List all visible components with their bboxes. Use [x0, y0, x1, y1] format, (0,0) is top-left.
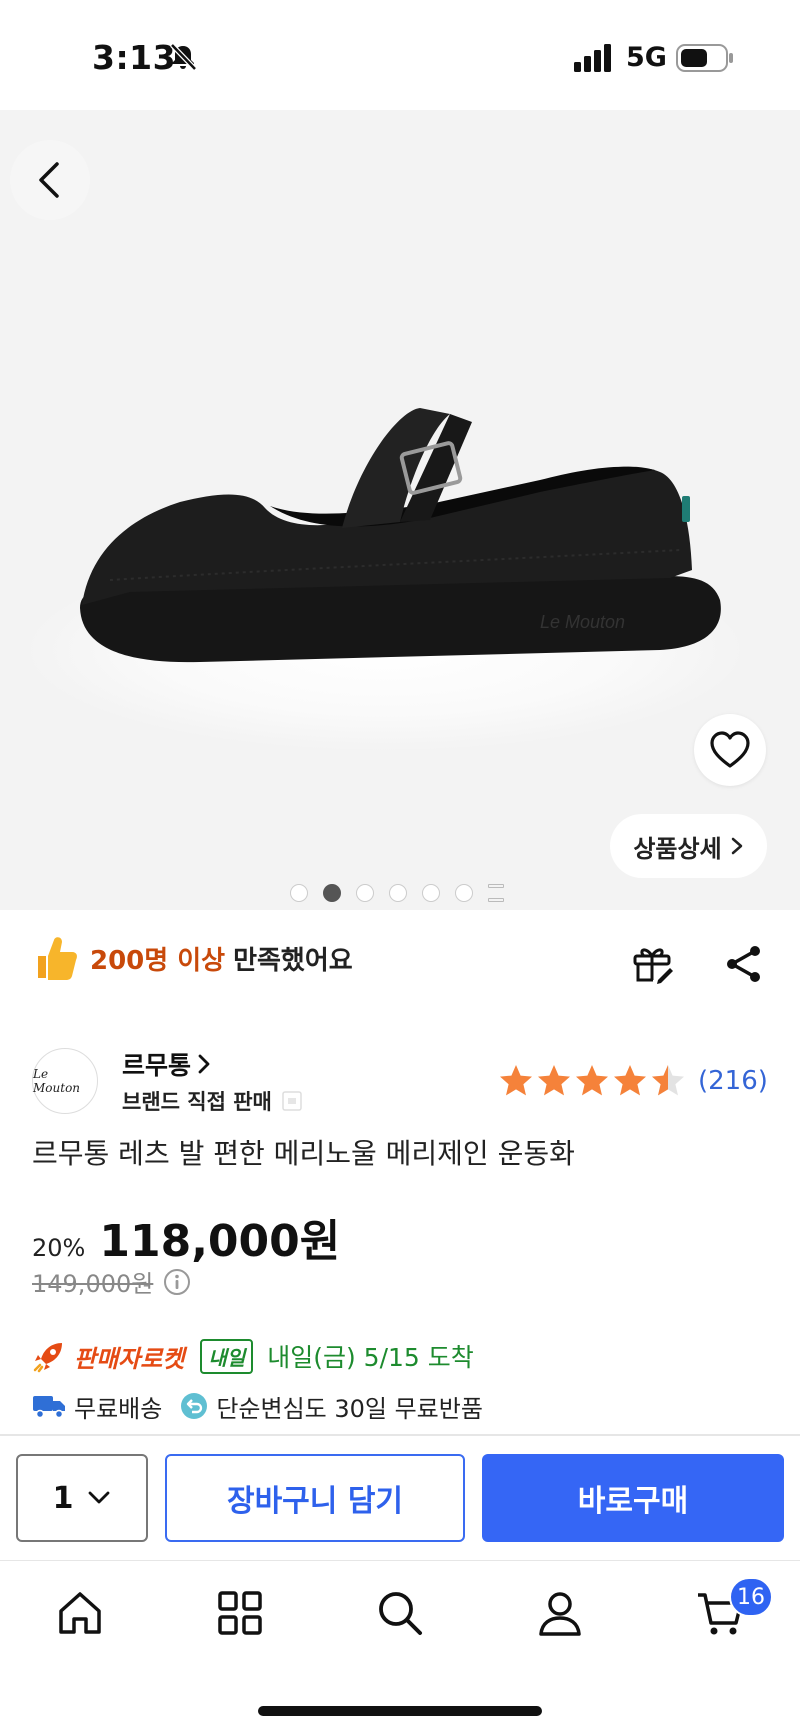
battery-icon [676, 44, 733, 72]
chevron-down-icon [89, 1491, 110, 1504]
discount-rate: 20% [32, 1234, 86, 1262]
signal-icon [574, 44, 611, 72]
home-indicator [258, 1706, 542, 1716]
product-image-gallery[interactable]: Le Mouton 상품상세 [0, 110, 800, 910]
status-time: 3:13 [92, 38, 177, 77]
chevron-right-icon [731, 837, 742, 855]
arrival-date: 내일(금) 5/15 도착 [267, 1343, 474, 1372]
gallery-pagination[interactable] [290, 883, 504, 903]
brand-sub-label: 브랜드 직접 판매 [122, 1090, 272, 1114]
original-price: 149,000원 [32, 1270, 154, 1298]
delivery-row: 판매자로켓 내일 내일(금) 5/15 도착 [32, 1336, 474, 1376]
star-icon [614, 1065, 646, 1096]
pagination-dot[interactable] [422, 884, 440, 902]
profile-icon[interactable] [536, 1589, 584, 1637]
document-icon[interactable] [280, 1089, 304, 1113]
brand-logo-text: Le Mouton [33, 1067, 81, 1095]
cart-count-badge: 16 [729, 1577, 773, 1617]
chevron-right-icon [198, 1054, 210, 1074]
pagination-dot[interactable] [356, 884, 374, 902]
original-price-row: 149,000원 [32, 1264, 191, 1299]
divider [0, 1434, 800, 1436]
star-icon [500, 1065, 532, 1096]
free-return: 단순변심도 30일 무료반품 [216, 1394, 483, 1423]
gallery-grid-icon[interactable] [488, 884, 504, 902]
product-detail-button[interactable]: 상품상세 [610, 814, 767, 878]
brand-direct-sale: 브랜드 직접 판매 [122, 1086, 304, 1116]
chevron-left-icon [39, 162, 59, 198]
brand-name: 르무통 [122, 1051, 192, 1080]
free-shipping: 무료배송 [74, 1394, 163, 1423]
search-icon[interactable] [376, 1589, 424, 1637]
quantity-select[interactable]: 1 [16, 1454, 148, 1542]
star-icon [576, 1065, 608, 1096]
tomorrow-badge: 내일 [200, 1338, 254, 1374]
heart-icon [710, 731, 750, 768]
star-icon [538, 1065, 570, 1096]
pagination-dot[interactable] [290, 884, 308, 902]
truck-icon [33, 1396, 65, 1419]
product-image-shoe: Le Mouton [80, 408, 721, 663]
info-icon[interactable] [163, 1268, 191, 1296]
brand-link[interactable]: 르무통 [122, 1046, 211, 1082]
pagination-dot[interactable] [389, 884, 407, 902]
satisfaction-row: 200명 이상 만족했어요 [34, 930, 353, 986]
bell-off-icon [170, 43, 197, 71]
tab-bar [0, 1561, 800, 1671]
wishlist-button[interactable] [694, 714, 766, 786]
svg-text:Le Mouton: Le Mouton [540, 612, 625, 632]
price-row: 20% 118,000원 [32, 1205, 340, 1269]
home-icon[interactable] [56, 1589, 104, 1637]
back-button[interactable] [10, 140, 90, 220]
satisfaction-count: 200명 이상 [90, 945, 226, 976]
sale-price: 118,000원 [99, 1216, 341, 1267]
buy-now-button[interactable]: 바로구매 [482, 1454, 784, 1542]
rating[interactable]: (216) [498, 1060, 768, 1102]
product-detail-label: 상품상세 [633, 834, 722, 863]
product-title: 르무통 레츠 발 편한 메리노울 메리제인 운동화 [32, 1137, 575, 1170]
pagination-dot[interactable] [323, 884, 341, 902]
category-icon[interactable] [216, 1589, 264, 1637]
rocket-label: 판매자로켓 [74, 1344, 185, 1373]
gift-icon[interactable] [630, 942, 674, 986]
rating-count[interactable]: (216) [698, 1066, 768, 1096]
thumbs-up-icon [38, 937, 77, 980]
quantity-value: 1 [52, 1480, 74, 1516]
satisfaction-text: 만족했어요 [233, 945, 353, 976]
rocket-icon [33, 1343, 62, 1373]
star-half-icon [652, 1065, 684, 1096]
share-icon[interactable] [722, 942, 766, 986]
shipping-row: 무료배송 단순변심도 30일 무료반품 [32, 1386, 483, 1426]
status-bar: 3:13 5G [0, 0, 800, 110]
add-to-cart-button[interactable]: 장바구니 담기 [165, 1454, 465, 1542]
network-label: 5G [626, 42, 667, 73]
return-icon [181, 1393, 208, 1419]
pagination-dot[interactable] [455, 884, 473, 902]
brand-logo[interactable]: Le Mouton [32, 1048, 98, 1114]
